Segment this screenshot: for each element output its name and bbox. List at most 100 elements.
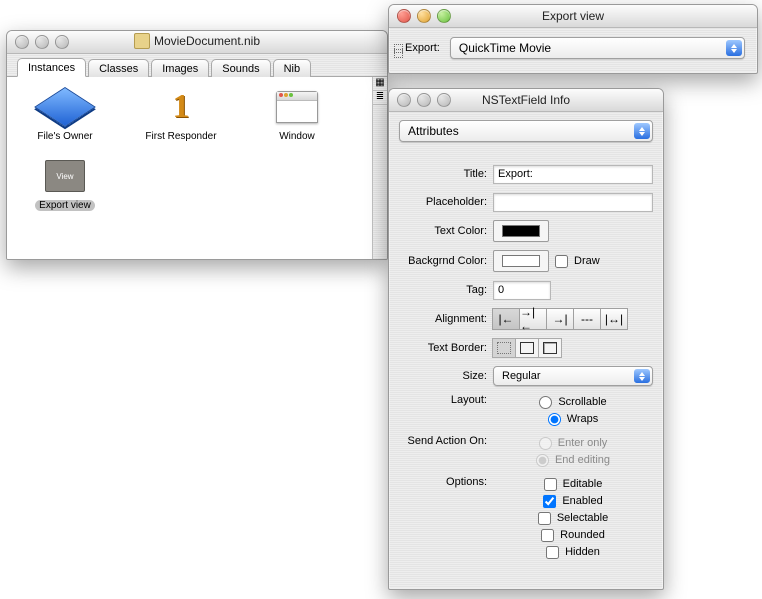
align-left-icon: |← — [498, 312, 513, 326]
close-icon[interactable] — [397, 93, 411, 107]
viewmode-icons-icon[interactable]: ▦ — [373, 77, 387, 91]
align-natural-button[interactable]: --- — [573, 308, 601, 330]
border-bezel-button[interactable] — [538, 338, 562, 358]
minimize-icon[interactable] — [417, 9, 431, 23]
placeholder-field[interactable] — [493, 193, 653, 212]
ib-document-window: MovieDocument.nib Instances Classes Imag… — [6, 30, 388, 260]
ib-titlebar[interactable]: MovieDocument.nib — [7, 31, 387, 54]
export-format-popup[interactable]: QuickTime Movie — [450, 37, 745, 59]
label-send-action: Send Action On: — [399, 435, 493, 447]
minimize-icon[interactable] — [417, 93, 431, 107]
item-label: Export view — [35, 200, 95, 211]
info-section-popup[interactable]: Attributes — [399, 120, 653, 142]
bg-color-well[interactable] — [493, 250, 549, 272]
border-line-button[interactable] — [515, 338, 539, 358]
tab-instances[interactable]: Instances — [17, 58, 86, 77]
label-alignment: Alignment: — [399, 313, 493, 325]
tab-images[interactable]: Images — [151, 59, 209, 77]
border-bezel-icon — [543, 342, 557, 354]
option-editable[interactable]: Editable — [544, 476, 603, 492]
option-hidden[interactable]: Hidden — [546, 544, 600, 560]
option-rounded[interactable]: Rounded — [541, 527, 605, 543]
zoom-icon[interactable] — [437, 9, 451, 23]
viewmode-list-icon[interactable]: ≣ — [373, 91, 387, 105]
close-icon[interactable] — [15, 35, 29, 49]
ib-icon-view[interactable]: File's Owner 1 First Responder Window Vi… — [7, 77, 372, 260]
item-export-view[interactable]: View Export view — [15, 152, 115, 211]
border-line-icon — [520, 342, 534, 354]
draw-checkbox[interactable]: Draw — [555, 253, 600, 269]
export-label[interactable]: Export: — [401, 40, 444, 56]
layout-scrollable-radio[interactable]: Scrollable — [539, 394, 606, 410]
send-action-enter-radio: Enter only — [539, 435, 608, 451]
zoom-icon[interactable] — [55, 35, 69, 49]
traffic-lights — [389, 9, 451, 23]
send-action-end-radio: End editing — [536, 452, 610, 468]
label-size: Size: — [399, 370, 493, 382]
traffic-lights — [7, 35, 69, 49]
align-center-button[interactable]: →|← — [519, 308, 547, 330]
item-label: First Responder — [145, 131, 216, 142]
export-popup-value: QuickTime Movie — [459, 41, 551, 55]
ib-tabs: Instances Classes Images Sounds Nib — [7, 54, 387, 77]
info-panel-window: NSTextField Info Attributes Title: Place… — [388, 88, 664, 590]
label-title: Title: — [399, 168, 493, 180]
close-icon[interactable] — [397, 9, 411, 23]
info-titlebar[interactable]: NSTextField Info — [389, 89, 663, 112]
label-options: Options: — [399, 476, 493, 488]
ib-viewmode-switcher: ▦ ≣ — [372, 77, 387, 260]
text-color-well[interactable] — [493, 220, 549, 242]
ib-body: File's Owner 1 First Responder Window Vi… — [7, 77, 387, 260]
draw-checkbox-input[interactable] — [555, 255, 568, 268]
popup-arrows-icon — [634, 123, 650, 139]
option-enabled[interactable]: Enabled — [543, 493, 602, 509]
tab-sounds[interactable]: Sounds — [211, 59, 270, 77]
info-section-value: Attributes — [408, 124, 459, 138]
tag-field[interactable] — [493, 281, 551, 300]
item-files-owner[interactable]: File's Owner — [15, 83, 115, 142]
cube-icon — [41, 83, 89, 131]
align-right-button[interactable]: →| — [546, 308, 574, 330]
size-value: Regular — [502, 370, 541, 382]
item-window[interactable]: Window — [247, 83, 347, 142]
text-color-swatch — [502, 225, 540, 237]
item-first-responder[interactable]: 1 First Responder — [131, 83, 231, 142]
title-field[interactable] — [493, 165, 653, 184]
label-text-border: Text Border: — [399, 342, 493, 354]
minimize-icon[interactable] — [35, 35, 49, 49]
info-body: Attributes Title: Placeholder: Text Colo… — [389, 112, 663, 580]
export-body: Export: QuickTime Movie — [389, 28, 757, 68]
traffic-lights — [389, 93, 451, 107]
border-none-button[interactable] — [492, 338, 516, 358]
bg-color-swatch — [502, 255, 540, 267]
align-justified-icon: |↔| — [605, 312, 623, 326]
align-justified-button[interactable]: |↔| — [600, 308, 628, 330]
border-none-icon — [497, 342, 511, 354]
text-border-segmented — [493, 338, 562, 358]
item-label: Window — [279, 131, 315, 142]
popup-arrows-icon — [726, 40, 742, 56]
option-selectable[interactable]: Selectable — [538, 510, 608, 526]
label-layout: Layout: — [399, 394, 493, 406]
first-responder-icon: 1 — [157, 83, 205, 131]
align-center-icon: →|← — [520, 305, 546, 333]
tab-nib[interactable]: Nib — [273, 59, 312, 77]
align-natural-icon: --- — [581, 312, 593, 326]
export-label-text: Export: — [405, 42, 440, 54]
export-titlebar[interactable]: Export view — [389, 5, 757, 28]
export-view-window: Export view Export: QuickTime Movie — [388, 4, 758, 74]
label-bg-color: Backgrnd Color: — [399, 255, 493, 267]
size-popup[interactable]: Regular — [493, 366, 653, 386]
align-left-button[interactable]: |← — [492, 308, 520, 330]
layout-wraps-radio[interactable]: Wraps — [548, 411, 599, 427]
label-tag: Tag: — [399, 284, 493, 296]
custom-view-icon: View — [41, 152, 89, 200]
options-stack: Editable Enabled Selectable Rounded Hidd… — [493, 476, 653, 560]
nib-file-icon — [134, 33, 150, 49]
draw-label: Draw — [574, 255, 600, 267]
align-right-icon: →| — [552, 312, 567, 326]
zoom-icon[interactable] — [437, 93, 451, 107]
item-label: File's Owner — [37, 131, 92, 142]
tab-classes[interactable]: Classes — [88, 59, 149, 77]
ib-window-title-text: MovieDocument.nib — [154, 34, 260, 48]
